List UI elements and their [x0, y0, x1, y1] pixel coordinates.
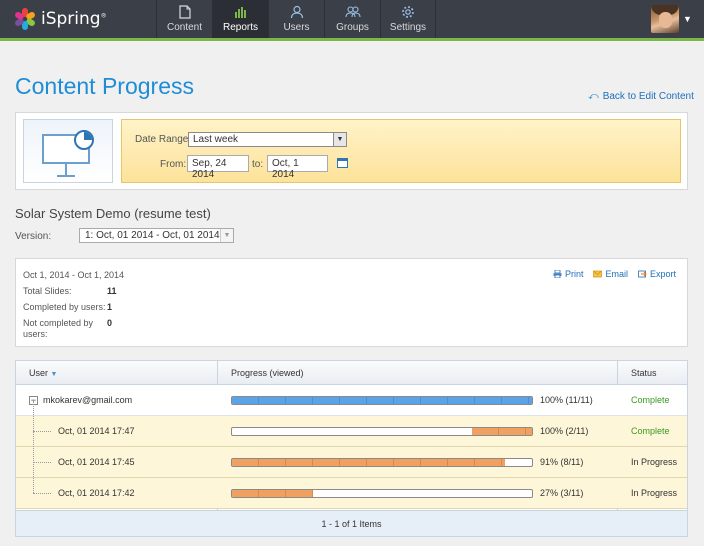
- nav-reports[interactable]: Reports: [212, 0, 268, 38]
- date-filters: Date Range: Last week ▼ From: Sep, 24 20…: [121, 119, 681, 183]
- table-header: User ▼ Progress (viewed) Status: [16, 361, 687, 385]
- nav-settings[interactable]: Settings: [380, 0, 436, 38]
- progress-bar-fill: [232, 397, 532, 404]
- progress-bar-fill: [232, 459, 505, 466]
- status-badge: In Progress: [631, 457, 678, 467]
- attempt-timestamp: Oct, 01 2014 17:45: [58, 457, 135, 467]
- user-avatar[interactable]: [651, 5, 679, 33]
- nav-users[interactable]: Users: [268, 0, 324, 38]
- not-completed-value: 0: [107, 318, 113, 328]
- table-row[interactable]: Oct, 01 2014 17:47 100% (2/11) Complete: [16, 416, 687, 447]
- ispring-logo[interactable]: iSpring®: [13, 8, 107, 30]
- tree-line: [33, 462, 51, 463]
- nav-groups-label: Groups: [336, 22, 369, 33]
- tree-line: [33, 431, 51, 432]
- print-button[interactable]: Print: [553, 269, 584, 279]
- page-title: Content Progress: [15, 73, 194, 99]
- pie-chart-icon: [74, 130, 94, 150]
- print-label: Print: [564, 269, 584, 279]
- envelope-icon: [593, 270, 603, 278]
- summary-range: Oct 1, 2014 - Oct 1, 2014: [23, 270, 125, 280]
- back-link-label: Back to Edit Content: [602, 91, 694, 102]
- user-column-header[interactable]: User ▼: [16, 361, 57, 385]
- progress-text: 100% (11/11): [540, 395, 593, 405]
- app-name: iSpring®: [41, 9, 107, 29]
- tree-line: [33, 493, 51, 494]
- email-button[interactable]: Email: [593, 269, 628, 279]
- user-email: mkokarev@gmail.com: [43, 395, 133, 405]
- dropdown-arrow-icon[interactable]: ▼: [220, 229, 233, 242]
- progress-bar: [231, 489, 533, 498]
- document-icon: [178, 5, 191, 19]
- progress-bar: [231, 396, 533, 405]
- attempt-timestamp: Oct, 01 2014 17:42: [58, 488, 135, 498]
- calendar-icon[interactable]: [337, 158, 348, 168]
- progress-table: User ▼ Progress (viewed) Status − mkokar…: [15, 360, 688, 537]
- status-badge: Complete: [631, 395, 670, 405]
- progress-text: 91% (8/11): [540, 457, 584, 467]
- from-date-input[interactable]: Sep, 24 2014: [187, 155, 249, 180]
- progress-bar: [231, 427, 533, 436]
- user-icon: [290, 5, 303, 19]
- accent-line: [0, 38, 704, 41]
- bar-chart-icon: [234, 7, 246, 18]
- main-nav: Content Reports Users Groups Settings: [156, 0, 436, 38]
- summary-panel: Oct 1, 2014 - Oct 1, 2014 Total Slides: …: [15, 258, 688, 347]
- pagination-info: 1 - 1 of 1 Items: [16, 510, 687, 536]
- export-icon: [638, 270, 647, 278]
- tree-line: [33, 401, 34, 493]
- status-badge: Complete: [631, 426, 670, 436]
- arrow-left-icon: ⤺: [588, 91, 599, 102]
- date-range-label: Date Range:: [135, 134, 192, 145]
- table-row[interactable]: Oct, 01 2014 17:45 91% (8/11) In Progres…: [16, 447, 687, 478]
- progress-bar-fill: [472, 428, 532, 435]
- table-row[interactable]: Oct, 01 2014 17:42 27% (3/11) In Progres…: [16, 478, 687, 509]
- dropdown-arrow-icon[interactable]: ▼: [333, 133, 346, 146]
- gear-icon: [402, 6, 414, 18]
- nav-settings-label: Settings: [389, 22, 427, 33]
- status-badge: In Progress: [631, 488, 678, 498]
- table-row[interactable]: − mkokarev@gmail.com 100% (11/11) Comple…: [16, 385, 687, 416]
- status-column-header[interactable]: Status: [618, 361, 657, 385]
- version-select[interactable]: 1: Oct, 01 2014 - Oct, 01 2014 ▼: [79, 228, 234, 243]
- sort-down-icon[interactable]: ▼: [51, 371, 58, 378]
- completed-value: 1: [107, 302, 113, 312]
- not-completed-label-2: users:: [23, 329, 48, 339]
- flower-logo-icon: [13, 8, 37, 30]
- version-value: 1: Oct, 01 2014 - Oct, 01 2014: [85, 230, 220, 241]
- total-slides-label: Total Slides:: [23, 286, 72, 296]
- nav-groups[interactable]: Groups: [324, 0, 380, 38]
- progress-text: 27% (3/11): [540, 488, 584, 498]
- date-range-value: Last week: [193, 134, 239, 145]
- nav-users-label: Users: [283, 22, 310, 33]
- not-completed-label-1: Not completed by: [23, 318, 94, 328]
- progress-text: 100% (2/11): [540, 426, 589, 436]
- to-label: to:: [252, 159, 264, 170]
- nav-content[interactable]: Content: [156, 0, 212, 38]
- content-thumbnail: [23, 119, 113, 183]
- course-title: Solar System Demo (resume test): [15, 206, 211, 221]
- version-label: Version:: [15, 231, 52, 242]
- progress-bar: [231, 458, 533, 467]
- top-bar: iSpring® Content Reports Users Groups Se…: [0, 0, 704, 38]
- printer-icon: [553, 270, 562, 278]
- completed-label: Completed by users:: [23, 302, 106, 312]
- attempt-timestamp: Oct, 01 2014 17:47: [58, 426, 135, 436]
- chevron-down-icon[interactable]: ▼: [683, 14, 692, 24]
- back-to-edit-link[interactable]: ⤺ Back to Edit Content: [588, 91, 694, 102]
- total-slides-value: 11: [107, 286, 117, 296]
- group-icon: [344, 6, 361, 18]
- to-date-input[interactable]: Oct, 1 2014: [267, 155, 328, 180]
- export-button[interactable]: Export: [638, 269, 676, 279]
- progress-column-header[interactable]: Progress (viewed): [218, 361, 304, 385]
- progress-bar-fill: [232, 490, 313, 497]
- email-label: Email: [605, 269, 628, 279]
- date-range-select[interactable]: Last week ▼: [188, 132, 347, 147]
- from-label: From:: [160, 159, 187, 170]
- filter-panel: Date Range: Last week ▼ From: Sep, 24 20…: [15, 112, 688, 190]
- export-label: Export: [649, 269, 676, 279]
- summary-actions: Print Email Export: [553, 269, 676, 279]
- nav-content-label: Content: [166, 22, 203, 33]
- nav-reports-label: Reports: [222, 22, 258, 33]
